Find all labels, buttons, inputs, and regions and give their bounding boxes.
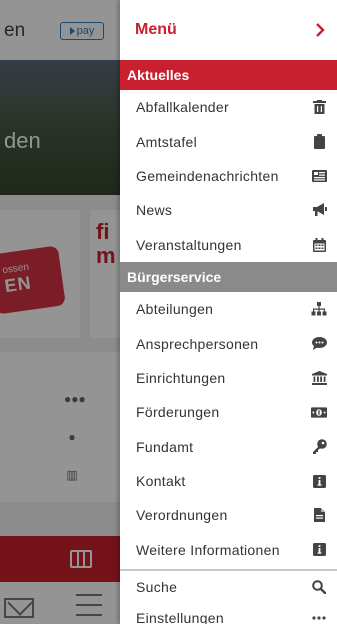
clipboard-icon: [311, 134, 327, 150]
document-icon: [311, 507, 327, 523]
menu-item-einrichtungen[interactable]: Einrichtungen: [120, 361, 337, 395]
menu-item-label: Ansprechpersonen: [136, 335, 259, 352]
menu-item-label: Einrichtungen: [136, 369, 226, 386]
menu-item-news[interactable]: News: [120, 193, 337, 227]
drawer-header: Menü: [120, 0, 337, 60]
trash-icon: [311, 99, 327, 115]
menu-item-amtstafel[interactable]: Amtstafel: [120, 124, 337, 158]
menu-item-label: Kontakt: [136, 473, 186, 490]
section-header-aktuelles: Aktuelles: [120, 60, 337, 90]
menu-item-verordnungen[interactable]: Verordnungen: [120, 498, 337, 532]
menu-item-label: Förderungen: [136, 404, 220, 421]
menu-item-einstellungen[interactable]: Einstellungen: [120, 602, 337, 624]
info-icon: [311, 542, 327, 558]
menu-item-abfallkalender[interactable]: Abfallkalender: [120, 90, 337, 124]
key-icon: [311, 439, 327, 455]
more-icon: [311, 610, 327, 624]
menu-item-foerderungen[interactable]: Förderungen: [120, 395, 337, 429]
menu-item-kontakt[interactable]: Kontakt: [120, 464, 337, 498]
money-icon: [311, 404, 327, 420]
menu-item-gemeindenachrichten[interactable]: Gemeindenachrichten: [120, 159, 337, 193]
menu-item-weitere-informationen[interactable]: Weitere Informationen: [120, 533, 337, 567]
menu-item-label: Veranstaltungen: [136, 236, 242, 253]
drawer-overlay[interactable]: [0, 0, 120, 624]
chat-icon: [311, 336, 327, 352]
search-icon: [311, 579, 327, 595]
menu-item-ansprechpersonen[interactable]: Ansprechpersonen: [120, 326, 337, 360]
menu-item-label: Abteilungen: [136, 301, 214, 318]
drawer-menu: Menü Aktuelles Abfallkalender Amtstafel …: [120, 0, 337, 624]
building-icon: [311, 370, 327, 386]
menu-item-abteilungen[interactable]: Abteilungen: [120, 292, 337, 326]
megaphone-icon: [311, 202, 327, 218]
menu-item-veranstaltungen[interactable]: Veranstaltungen: [120, 228, 337, 262]
info-icon: [311, 473, 327, 489]
section-title: Aktuelles: [127, 67, 190, 83]
menu-item-label: Verordnungen: [136, 507, 228, 524]
menu-item-label: Abfallkalender: [136, 99, 229, 116]
calendar-icon: [311, 237, 327, 253]
sitemap-icon: [311, 301, 327, 317]
menu-item-label: News: [136, 202, 173, 219]
menu-item-label: Weitere Informationen: [136, 541, 280, 558]
menu-item-label: Gemeindenachrichten: [136, 167, 279, 184]
menu-item-label: Suche: [136, 578, 178, 595]
menu-item-label: Fundamt: [136, 438, 194, 455]
section-title: Bürgerservice: [127, 268, 222, 285]
menu-item-suche[interactable]: Suche: [120, 571, 337, 602]
menu-item-label: Amtstafel: [136, 133, 198, 150]
drawer-title: Menü: [135, 21, 177, 38]
newspaper-icon: [311, 168, 327, 184]
menu-item-fundamt[interactable]: Fundamt: [120, 430, 337, 464]
menu-item-label: Einstellungen: [136, 609, 224, 624]
section-header-buergerservice: Bürgerservice: [120, 261, 337, 292]
chevron-right-icon[interactable]: [312, 22, 328, 38]
